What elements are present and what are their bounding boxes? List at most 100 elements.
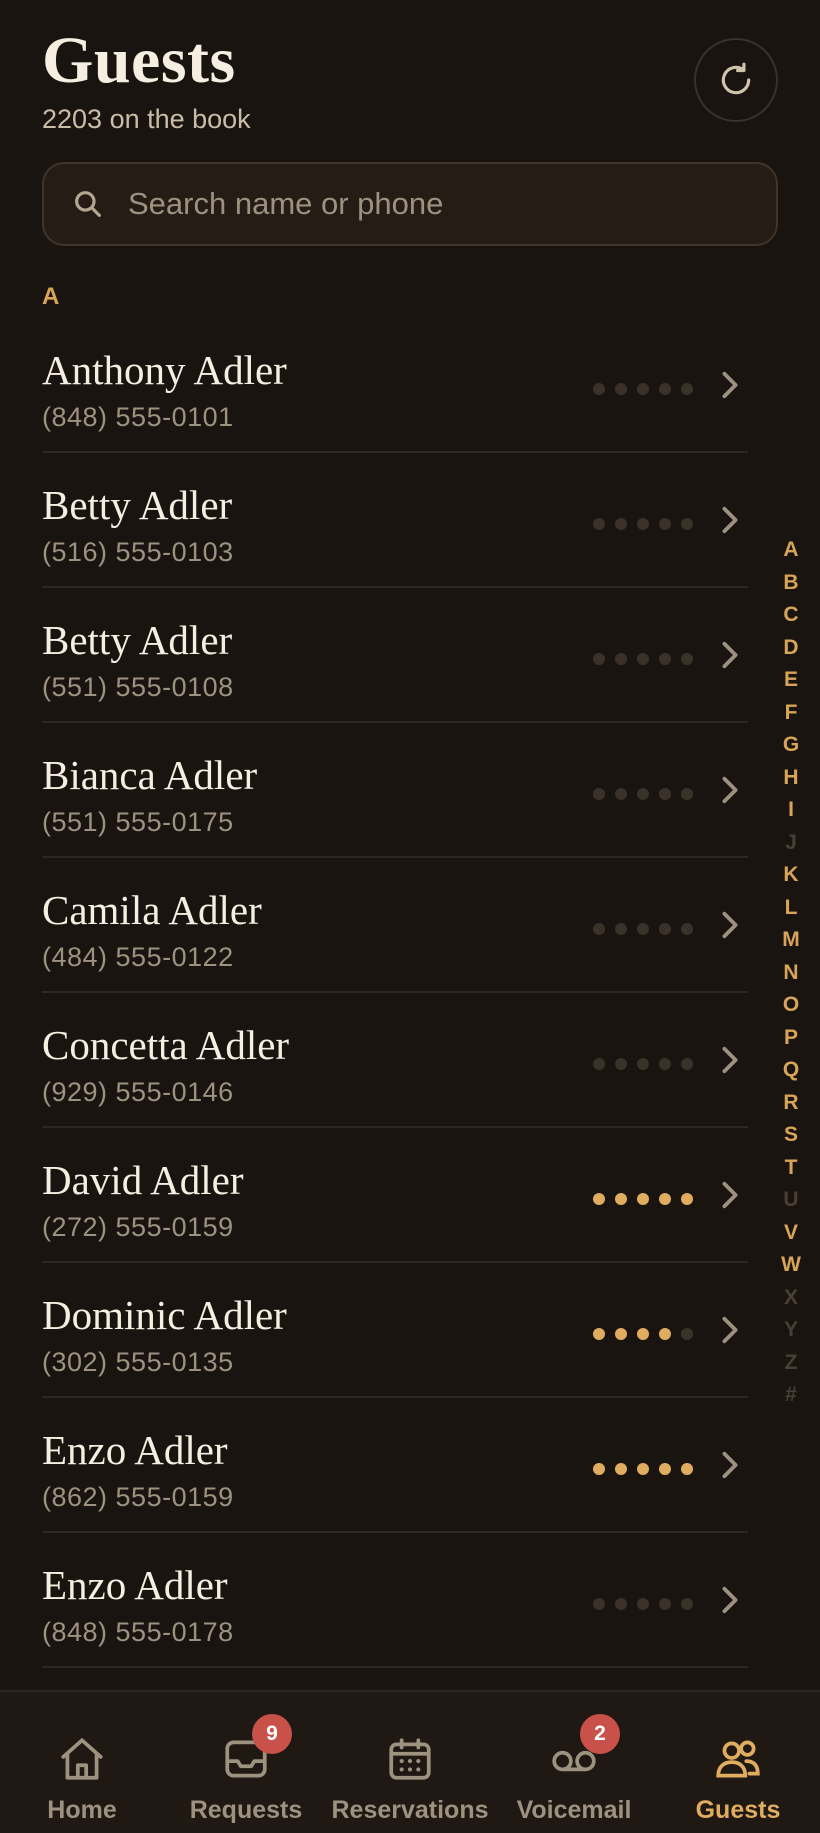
rating-dot	[659, 1463, 671, 1475]
tab-bar: Home 9 Requests Reservations 2 Voicemail Guest…	[0, 1690, 820, 1833]
guest-phone: (484) 555-0122	[42, 942, 234, 972]
rating-dot	[637, 1328, 649, 1340]
guest-name: Camila Adler	[42, 887, 262, 933]
guest-row[interactable]: Enzo Adler (848) 555-0178	[42, 1533, 748, 1668]
tab-label: Voicemail	[516, 1796, 632, 1824]
rating-dot	[659, 788, 671, 800]
guest-name: Dominic Adler	[42, 1292, 287, 1338]
index-letter[interactable]: N	[783, 957, 798, 990]
calendar-icon	[382, 1734, 438, 1786]
guest-row[interactable]: Concetta Adler (929) 555-0146	[42, 993, 748, 1128]
guest-row[interactable]: Betty Adler (516) 555-0103	[42, 453, 748, 588]
tab-home[interactable]: Home	[0, 1692, 164, 1833]
index-letter[interactable]: P	[784, 1022, 798, 1055]
rating-dot	[637, 788, 649, 800]
rating-dot	[593, 788, 605, 800]
rating-dot	[637, 518, 649, 530]
rating-dot	[681, 923, 693, 935]
guest-phone: (302) 555-0135	[42, 1347, 234, 1377]
home-icon	[54, 1734, 110, 1786]
guest-row[interactable]: Enzo Adler (862) 555-0159	[42, 1398, 748, 1533]
rating-dot	[659, 518, 671, 530]
index-letter[interactable]: Q	[783, 1054, 799, 1087]
search-input[interactable]	[128, 186, 728, 222]
tab-reservations[interactable]: Reservations	[328, 1692, 492, 1833]
index-letter[interactable]: G	[783, 729, 799, 762]
rating-dot	[615, 653, 627, 665]
index-letter[interactable]: O	[783, 989, 799, 1022]
index-letter[interactable]: V	[784, 1217, 798, 1250]
chevron-right-icon	[722, 506, 738, 534]
guest-rating	[593, 383, 693, 395]
rating-dot	[615, 1058, 627, 1070]
index-letter[interactable]: Z	[785, 1347, 798, 1380]
index-letter[interactable]: A	[783, 534, 798, 567]
index-letter[interactable]: M	[782, 924, 800, 957]
notification-badge: 9	[252, 1714, 292, 1754]
chevron-right-icon	[722, 371, 738, 399]
guest-rating	[593, 1328, 693, 1340]
rating-dot	[637, 653, 649, 665]
rating-dot	[681, 1193, 693, 1205]
index-letter[interactable]: R	[783, 1087, 798, 1120]
rating-dot	[659, 1058, 671, 1070]
rating-dot	[681, 1328, 693, 1340]
tab-label: Home	[47, 1796, 117, 1824]
rating-dot	[681, 1058, 693, 1070]
rating-dot	[593, 518, 605, 530]
alphabet-index[interactable]: A B C D E F G H I J K L M N O P Q R S T U V W X Y Z #	[776, 534, 806, 1412]
voicemail-icon: 2	[546, 1714, 620, 1786]
guest-name: Anthony Adler	[42, 347, 287, 393]
rating-dot	[593, 923, 605, 935]
search-bar[interactable]	[42, 162, 778, 246]
index-letter[interactable]: Y	[784, 1314, 798, 1347]
rating-dot	[681, 1598, 693, 1610]
rating-dot	[593, 653, 605, 665]
guest-name: David Adler	[42, 1157, 244, 1203]
rating-dot	[615, 1598, 627, 1610]
rating-dot	[681, 383, 693, 395]
index-letter[interactable]: S	[784, 1119, 798, 1152]
rating-dot	[637, 383, 649, 395]
index-letter[interactable]: #	[785, 1379, 797, 1412]
guest-phone: (929) 555-0146	[42, 1077, 234, 1107]
tab-label: Guests	[695, 1796, 781, 1824]
index-letter[interactable]: H	[783, 762, 798, 795]
index-letter[interactable]: U	[783, 1184, 798, 1217]
guest-rating	[593, 923, 693, 935]
index-letter[interactable]: K	[783, 859, 798, 892]
index-letter[interactable]: W	[781, 1249, 801, 1282]
index-letter[interactable]: T	[785, 1152, 798, 1185]
guest-row[interactable]: Betty Adler (551) 555-0108	[42, 588, 748, 723]
rating-dot	[615, 1328, 627, 1340]
index-letter[interactable]: D	[783, 632, 798, 665]
refresh-button[interactable]	[694, 38, 778, 122]
rating-dot	[615, 1463, 627, 1475]
guest-row[interactable]: Dominic Adler (302) 555-0135	[42, 1263, 748, 1398]
index-letter[interactable]: X	[784, 1282, 798, 1315]
tab-voicemail[interactable]: 2 Voicemail	[492, 1692, 656, 1833]
guest-rating	[593, 518, 693, 530]
tab-label: Requests	[189, 1796, 303, 1824]
search-icon	[72, 186, 108, 222]
index-letter[interactable]: J	[785, 827, 797, 860]
index-letter[interactable]: C	[783, 599, 798, 632]
index-letter[interactable]: B	[783, 567, 798, 600]
index-letter[interactable]: L	[785, 892, 798, 925]
index-letter[interactable]: F	[785, 697, 798, 730]
guest-row[interactable]: Anthony Adler (848) 555-0101	[42, 318, 748, 453]
index-letter[interactable]: E	[784, 664, 798, 697]
tab-guests[interactable]: Guests	[656, 1692, 820, 1833]
rating-dot	[681, 1463, 693, 1475]
guest-row[interactable]: David Adler (272) 555-0159	[42, 1128, 748, 1263]
header: Guests 2203 on the book	[42, 24, 782, 135]
tab-requests[interactable]: 9 Requests	[164, 1692, 328, 1833]
rating-dot	[659, 383, 671, 395]
index-letter[interactable]: I	[788, 794, 794, 827]
chevron-right-icon	[722, 776, 738, 804]
guest-row[interactable]: Bianca Adler (551) 555-0175	[42, 723, 748, 858]
chevron-right-icon	[722, 1451, 738, 1479]
rating-dot	[593, 1328, 605, 1340]
chevron-right-icon	[722, 1046, 738, 1074]
guest-row[interactable]: Camila Adler (484) 555-0122	[42, 858, 748, 993]
